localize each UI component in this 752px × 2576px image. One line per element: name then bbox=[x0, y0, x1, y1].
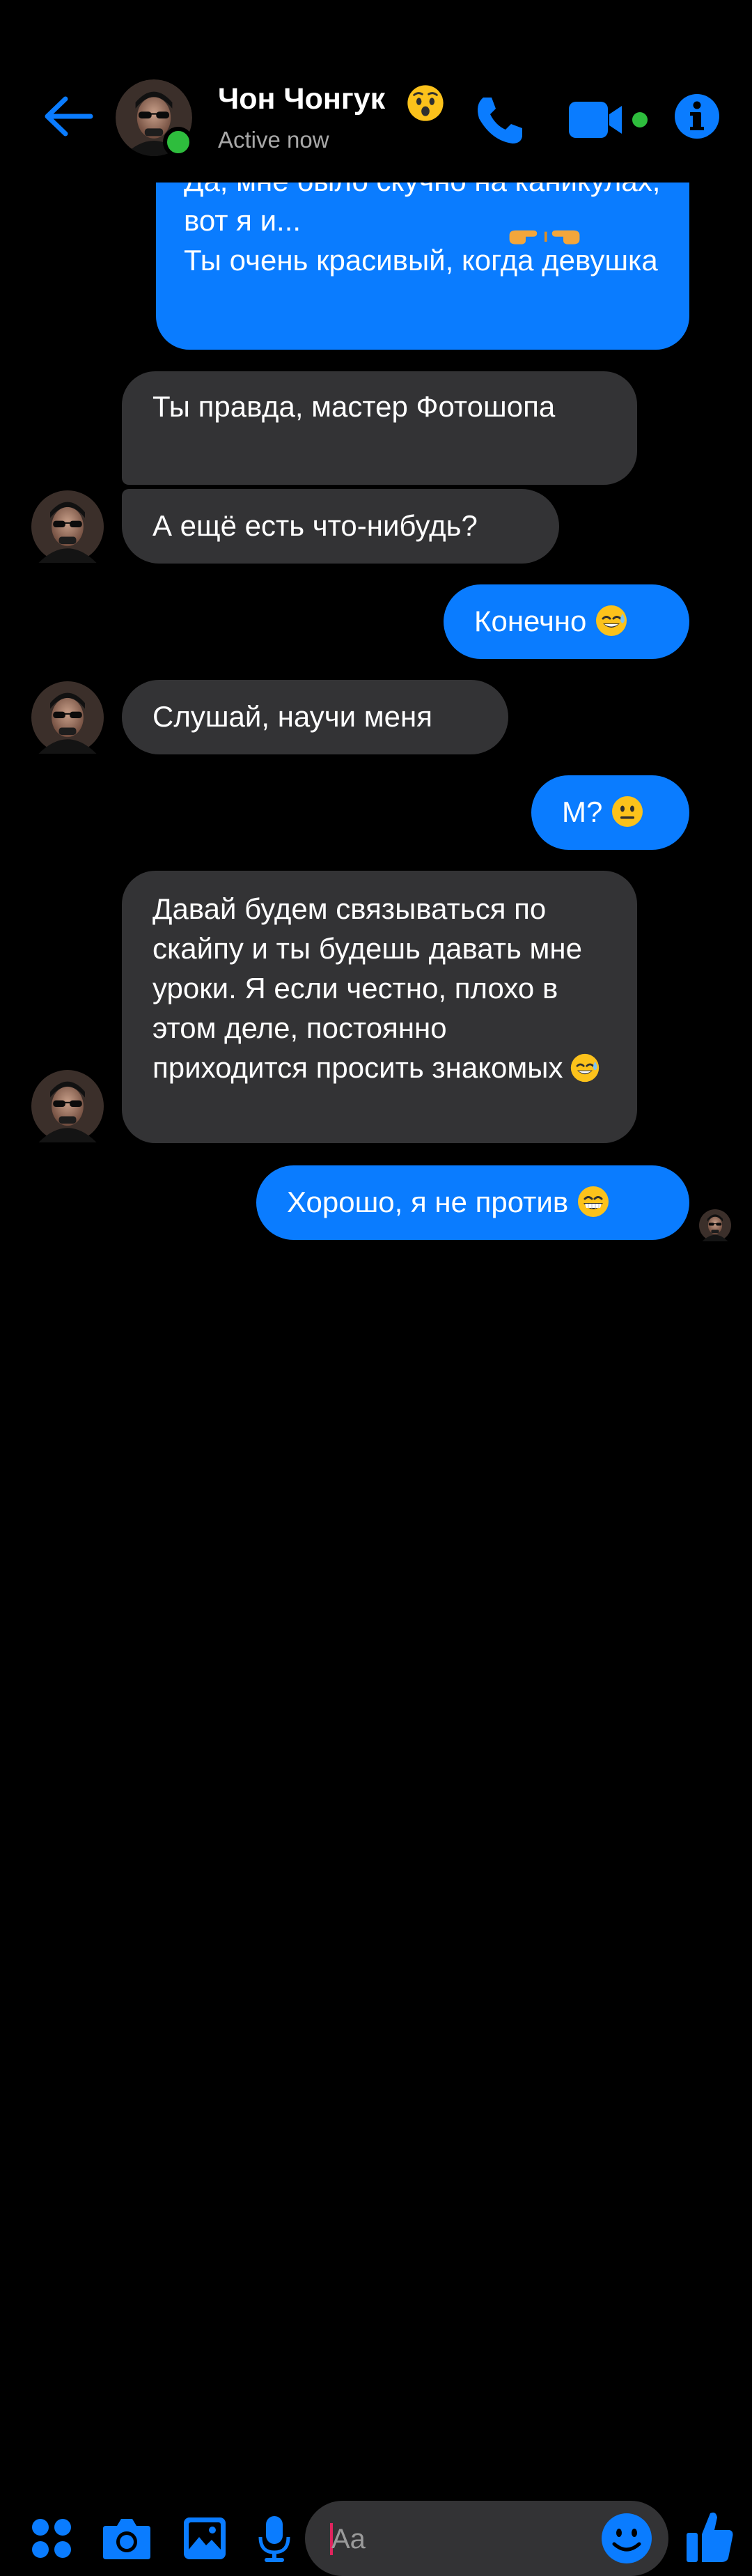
message-text: Хорошо, я не против bbox=[287, 1186, 569, 1218]
astonished-face-emoji-icon bbox=[406, 84, 445, 123]
sender-avatar[interactable] bbox=[31, 681, 104, 754]
conversation-header: Чон Чонгук Active now bbox=[0, 0, 752, 183]
message-bubble-incoming[interactable]: Слушай, научи меня bbox=[122, 680, 508, 754]
message-bubble-incoming[interactable]: Давай будем связываться по скайпу и ты б… bbox=[122, 871, 637, 1143]
phone-icon[interactable] bbox=[471, 92, 526, 148]
pointing-hands-emoji-icon bbox=[509, 230, 580, 245]
sweat-smile-emoji-icon bbox=[570, 1053, 600, 1083]
neutral-face-emoji-icon bbox=[611, 795, 644, 828]
message-text: Конечно bbox=[474, 605, 587, 637]
camera-icon[interactable] bbox=[102, 2516, 152, 2561]
message-bubble-outgoing[interactable]: Хорошо, я не против bbox=[256, 1165, 689, 1240]
message-bubble-outgoing[interactable]: Да, мне было скучно на каникулах, вот я … bbox=[156, 164, 689, 350]
message-composer: Aa bbox=[0, 1247, 752, 2576]
contact-name[interactable]: Чон Чонгук bbox=[218, 82, 385, 116]
contact-avatar[interactable] bbox=[116, 79, 194, 157]
sweat-smile-emoji-icon bbox=[595, 604, 628, 637]
message-bubble-outgoing[interactable]: Конечно bbox=[444, 584, 689, 659]
video-camera-icon[interactable] bbox=[567, 98, 651, 142]
more-actions-grid-icon[interactable] bbox=[31, 2517, 72, 2559]
message-text: М? bbox=[562, 796, 603, 828]
sender-avatar[interactable] bbox=[31, 1070, 104, 1142]
message-input-placeholder: Aa bbox=[331, 2524, 366, 2554]
info-icon[interactable] bbox=[674, 93, 720, 139]
message-text: Ты правда, мастер Фотошопа bbox=[152, 390, 556, 423]
thumbs-up-icon[interactable] bbox=[685, 2509, 735, 2565]
message-text: Давай будем связываться по скайпу и ты б… bbox=[152, 892, 582, 1084]
grinning-face-emoji-icon bbox=[577, 1185, 610, 1218]
microphone-icon[interactable] bbox=[258, 2515, 291, 2563]
message-bubble-incoming[interactable]: А ещё есть что-нибудь? bbox=[122, 489, 559, 564]
active-status: Active now bbox=[218, 127, 329, 153]
message-text: Слушай, научи меня bbox=[152, 700, 432, 733]
emoji-picker-icon[interactable] bbox=[600, 2512, 653, 2565]
message-bubble-incoming[interactable]: Ты правда, мастер Фотошопа bbox=[122, 371, 637, 485]
online-indicator bbox=[163, 127, 194, 157]
read-receipt-avatar bbox=[699, 1209, 731, 1241]
message-text: А ещё есть что-нибудь? bbox=[152, 509, 478, 542]
back-arrow-icon[interactable] bbox=[40, 92, 96, 141]
message-bubble-outgoing[interactable]: М? bbox=[531, 775, 689, 850]
gallery-icon[interactable] bbox=[182, 2516, 227, 2561]
sender-avatar[interactable] bbox=[31, 490, 104, 563]
